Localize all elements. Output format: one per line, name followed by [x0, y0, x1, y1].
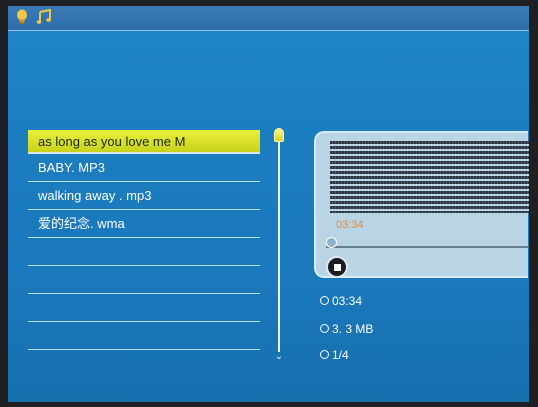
track-value: 1/4: [332, 348, 349, 362]
file-size-icon: [320, 324, 329, 334]
stop-button[interactable]: [326, 256, 348, 278]
playlist-item[interactable]: [28, 294, 260, 322]
playlist-item[interactable]: [28, 238, 260, 266]
playlist: as long as you love me M BABY. MP3 walki…: [28, 126, 260, 350]
info-track: 1/4: [320, 348, 349, 362]
elapsed-time: 03:34: [336, 219, 364, 231]
duration-value: 03:34: [332, 294, 363, 308]
stop-icon: [334, 264, 341, 271]
track-number-icon: [320, 350, 329, 360]
scrollbar-thumb[interactable]: [274, 128, 284, 142]
size-value: 3. 3 MB: [332, 322, 374, 336]
info-duration: 03:34: [320, 294, 362, 308]
playlist-item[interactable]: walking away . mp3: [28, 182, 260, 210]
player-panel: 03:34: [314, 131, 529, 278]
playlist-item[interactable]: BABY. MP3: [28, 154, 260, 182]
playlist-scrollbar[interactable]: ⌄: [274, 128, 284, 363]
progress-track[interactable]: [326, 246, 529, 248]
scrollbar-track[interactable]: [278, 138, 280, 352]
progress-knob[interactable]: [326, 237, 337, 248]
info-size: 3. 3 MB: [320, 322, 373, 336]
spectrum-visualizer: [330, 141, 529, 213]
bulb-icon[interactable]: [15, 9, 29, 30]
chevron-down-icon[interactable]: ⌄: [274, 352, 284, 362]
screen: as long as you love me M BABY. MP3 walki…: [8, 6, 529, 402]
playlist-item[interactable]: [28, 322, 260, 350]
clock-icon: [320, 296, 329, 306]
playlist-item[interactable]: as long as you love me M: [28, 130, 260, 154]
playlist-item[interactable]: [28, 266, 260, 294]
playlist-item[interactable]: 爱的纪念. wma: [28, 210, 260, 238]
music-note-icon[interactable]: [36, 8, 52, 30]
top-bar: [8, 6, 529, 31]
